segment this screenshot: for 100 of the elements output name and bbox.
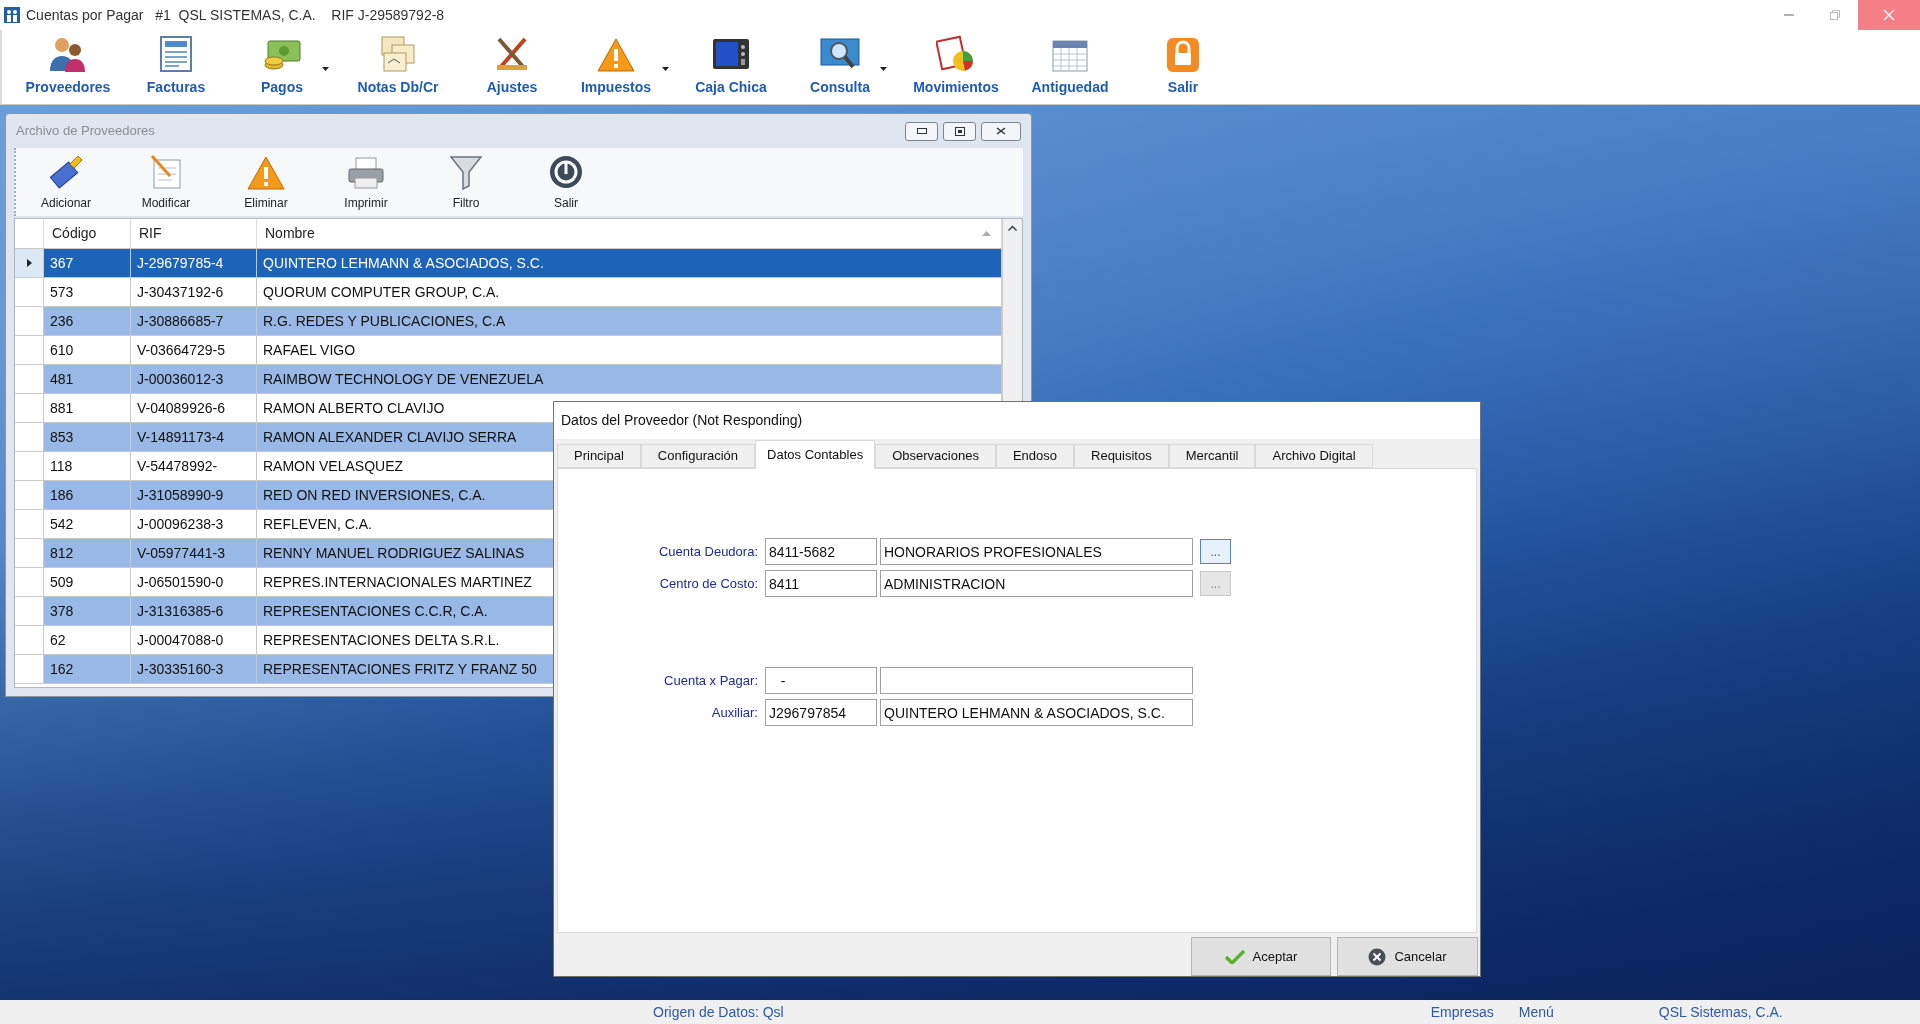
tab[interactable]: Datos Contables xyxy=(755,440,876,469)
browse-button[interactable]: ... xyxy=(1200,539,1231,564)
table-cell: J-31058990-9 xyxy=(131,481,257,510)
table-cell: 236 xyxy=(44,307,131,336)
tab[interactable]: Mercantil xyxy=(1168,444,1256,468)
toolbar-button[interactable]: Caja Chica xyxy=(672,30,790,100)
minimize-icon xyxy=(916,128,927,134)
current-row-icon xyxy=(26,259,32,267)
toolbar-button[interactable]: Ajustes xyxy=(464,30,560,100)
brush-icon xyxy=(48,154,84,190)
lock-icon xyxy=(1166,37,1200,73)
company-name: QSL Sistemas, C.A. xyxy=(1658,1002,1783,1022)
table-cell: 610 xyxy=(44,336,131,365)
table-cell: V-14891173-4 xyxy=(131,423,257,452)
tab[interactable]: Requisitos xyxy=(1074,444,1169,468)
toolbar-button[interactable]: Proveedores xyxy=(16,30,120,100)
toolbar-button[interactable]: Filtro xyxy=(416,154,516,212)
toolbar-button[interactable]: Movimientos xyxy=(890,30,1022,100)
toolbar-button[interactable]: Salir xyxy=(1118,30,1248,100)
table-cell: V-03664729-5 xyxy=(131,336,257,365)
table-cell: 186 xyxy=(44,481,131,510)
sort-arrow-icon xyxy=(982,231,991,236)
table-cell: 881 xyxy=(44,394,131,423)
tab[interactable]: Endoso xyxy=(995,444,1074,468)
toolbar-button[interactable]: Impuestos xyxy=(560,30,672,100)
toolbar-button[interactable]: Facturas xyxy=(120,30,232,100)
input-field[interactable]: - xyxy=(765,667,877,694)
table-cell: 481 xyxy=(44,365,131,394)
table-cell: J-30335160-3 xyxy=(131,655,257,684)
table-cell: J-00047088-0 xyxy=(131,626,257,655)
table-cell: V-05977441-3 xyxy=(131,539,257,568)
table-cell: 812 xyxy=(44,539,131,568)
table-cell: 378 xyxy=(44,597,131,626)
table-cell: 162 xyxy=(44,655,131,684)
column-header[interactable]: RIF xyxy=(131,219,257,248)
input-field[interactable]: QUINTERO LEHMANN & ASOCIADOS, S.C. xyxy=(880,699,1193,726)
table-cell: 62 xyxy=(44,626,131,655)
input-field[interactable] xyxy=(880,667,1193,694)
tab[interactable]: Archivo Digital xyxy=(1255,444,1373,468)
input-field[interactable]: 8411 xyxy=(765,570,877,597)
tab[interactable]: Observaciones xyxy=(875,444,996,468)
input-field[interactable]: J296797854 xyxy=(765,699,877,726)
field-label: Centro de Costo: xyxy=(658,574,759,593)
app-icon xyxy=(3,6,21,24)
table-cell: 573 xyxy=(44,278,131,307)
tab[interactable]: Configuración xyxy=(640,444,756,468)
table-cell: J-06501590-0 xyxy=(131,568,257,597)
table-cell: J-29679785-4 xyxy=(131,249,257,278)
input-field[interactable]: 8411-5682 xyxy=(765,538,877,565)
warning-icon xyxy=(596,37,636,73)
toolbar-button[interactable]: Antiguedad xyxy=(1022,30,1118,100)
row-header[interactable] xyxy=(15,249,44,278)
money-icon xyxy=(262,37,302,73)
table-cell: J-31316385-6 xyxy=(131,597,257,626)
toolbar-button[interactable]: Eliminar xyxy=(216,156,316,212)
accept-button[interactable]: Aceptar xyxy=(1191,937,1331,976)
toolbar-button[interactable]: Consulta xyxy=(790,30,890,100)
table-cell: RAIMBOW TECHNOLOGY DE VENEZUELA xyxy=(257,365,1002,394)
notes-icon xyxy=(378,35,418,73)
calendar-chart-icon xyxy=(936,35,976,73)
table-cell: V-54478992- xyxy=(131,452,257,481)
table-cell: J-00096238-3 xyxy=(131,510,257,539)
menu-link[interactable]: Empresas xyxy=(1430,1001,1494,1023)
cancel-button[interactable]: Cancelar xyxy=(1337,937,1478,976)
warning-icon xyxy=(247,156,285,190)
toolbar-button[interactable]: Modificar xyxy=(116,154,216,212)
field-label: Auxiliar: xyxy=(710,703,759,722)
restore-icon xyxy=(954,126,965,136)
input-field[interactable]: HONORARIOS PROFESIONALES xyxy=(880,538,1193,565)
printer-icon xyxy=(347,156,385,190)
close-icon xyxy=(996,127,1006,135)
calendar-icon xyxy=(1051,39,1089,73)
checkmark-icon xyxy=(1224,949,1245,964)
minimize-button[interactable] xyxy=(905,121,938,141)
table-cell: RAFAEL VIGO xyxy=(257,336,1002,365)
close-button[interactable] xyxy=(981,121,1021,141)
restore-button[interactable] xyxy=(943,121,976,141)
toolbar-button[interactable]: Notas Db/Cr xyxy=(332,30,464,100)
dropdown-caret-icon[interactable] xyxy=(880,67,887,71)
restore-icon xyxy=(1830,10,1840,20)
scroll-up-icon xyxy=(1008,225,1017,231)
dropdown-caret-icon[interactable] xyxy=(322,67,329,71)
cancel-icon xyxy=(1368,947,1387,966)
table-cell: J-00036012-3 xyxy=(131,365,257,394)
table-cell: 542 xyxy=(44,510,131,539)
toolbar-button[interactable]: Imprimir xyxy=(316,156,416,212)
toolbar-button[interactable]: Pagos xyxy=(232,30,332,100)
table-cell: QUORUM COMPUTER GROUP, C.A. xyxy=(257,278,1002,307)
input-field[interactable]: ADMINISTRACION xyxy=(880,570,1193,597)
edit-document-icon xyxy=(148,154,184,190)
menu-link[interactable]: Menú xyxy=(1518,1001,1554,1023)
toolbar-button[interactable]: Salir xyxy=(516,154,616,212)
toolbar-button[interactable]: Adicionar xyxy=(16,154,116,212)
window-title: Cuentas por Pagar #1 QSL SISTEMAS, C.A. RIF J-29589792-8 xyxy=(26,5,445,25)
close-icon xyxy=(1883,9,1895,21)
table-cell: QUINTERO LEHMANN & ASOCIADOS, S.C. xyxy=(257,249,1002,278)
tab[interactable]: Principal xyxy=(557,444,641,468)
power-icon xyxy=(548,154,584,190)
dropdown-caret-icon[interactable] xyxy=(662,67,669,71)
column-header[interactable]: Código xyxy=(44,219,131,248)
